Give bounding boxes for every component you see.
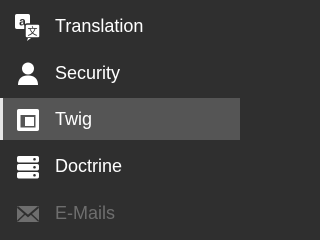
sidebar-item-label: Twig (55, 109, 93, 129)
sidebar-menu: a 文 Translation Security Twig Doctrine E… (0, 0, 240, 237)
sidebar-item-twig[interactable]: Twig (0, 98, 240, 140)
layout-icon (14, 106, 42, 134)
envelope-icon (14, 200, 42, 228)
sidebar-item-label: Translation (55, 16, 144, 36)
user-icon (14, 60, 42, 88)
sidebar-item-security[interactable]: Security (0, 52, 240, 94)
sidebar-item-label: Doctrine (55, 156, 123, 176)
sidebar-item-translation[interactable]: a 文 Translation (0, 5, 240, 47)
database-icon (14, 153, 42, 181)
sidebar-item-doctrine[interactable]: Doctrine (0, 145, 240, 187)
svg-text:文: 文 (28, 25, 38, 38)
translation-icon: a 文 (14, 13, 42, 41)
sidebar-item-label: Security (55, 63, 121, 83)
sidebar-item-emails: E-Mails (0, 192, 240, 234)
sidebar-item-label: E-Mails (55, 203, 116, 223)
